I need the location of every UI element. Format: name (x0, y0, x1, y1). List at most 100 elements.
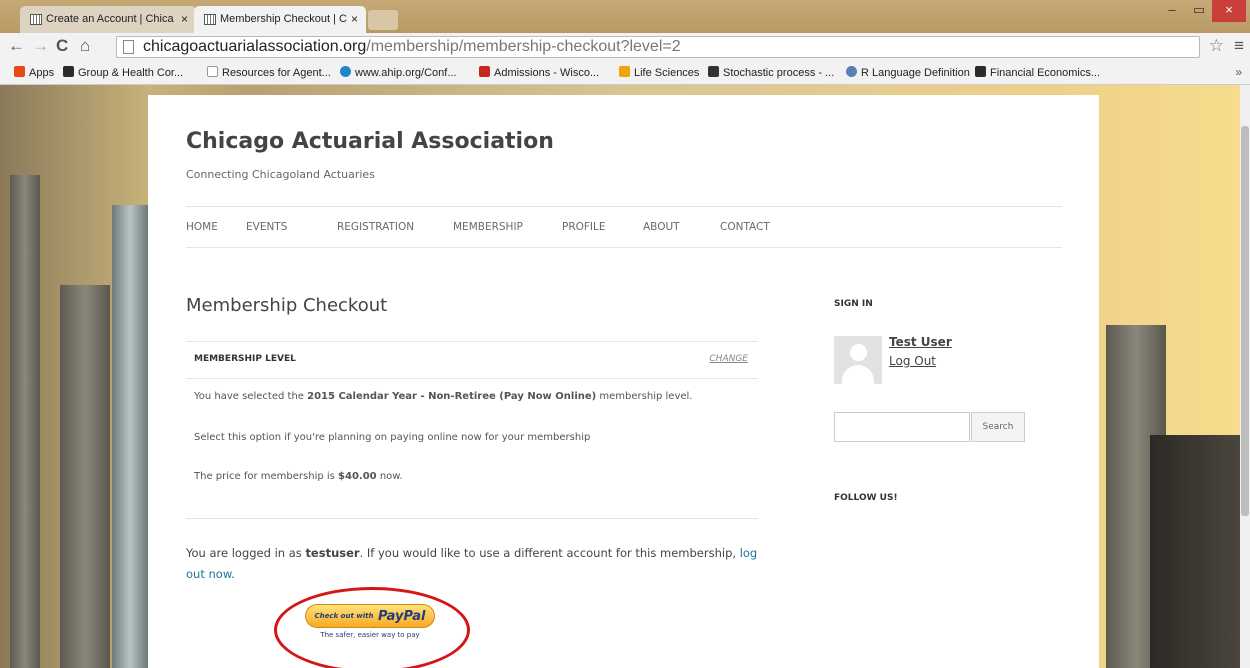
apps-grid-icon (14, 66, 25, 77)
bookmark-label: www.ahip.org/Conf... (355, 67, 457, 79)
building (1150, 435, 1240, 668)
wikipedia-icon (708, 66, 719, 77)
option-note-text: Select this option if you're planning on… (194, 432, 591, 443)
maximize-button[interactable]: ▭ (1186, 0, 1212, 22)
bookmark-favicon-icon (975, 66, 986, 77)
log-out-link[interactable]: Log Out (889, 354, 936, 368)
page-title: Membership Checkout (186, 295, 388, 316)
bookmarks-overflow-icon[interactable]: » (1235, 65, 1242, 79)
url-input[interactable]: chicagoactuarialassociation.org/membersh… (116, 36, 1200, 58)
bookmark-ahip[interactable]: www.ahip.org/Conf... (340, 66, 457, 79)
selected-level-name: 2015 Calendar Year - Non-Retiree (Pay No… (307, 391, 597, 402)
page-icon (123, 40, 134, 54)
divider (186, 247, 1062, 248)
text-segment: The price for membership is (194, 471, 339, 482)
browser-chrome: Create an Account | Chica × Membership C… (0, 0, 1250, 85)
bookmark-label: Group & Health Cor... (78, 67, 184, 79)
text-segment: . If you would like to use a different a… (359, 546, 740, 560)
site-tagline: Connecting Chicagoland Actuaries (186, 168, 375, 181)
tab-membership-checkout[interactable]: Membership Checkout | C × (194, 6, 366, 33)
url-text: chicagoactuarialassociation.org/membersh… (143, 38, 681, 56)
minimize-button[interactable]: – (1158, 0, 1186, 22)
text-segment: You are logged in as (186, 546, 306, 560)
nav-contact[interactable]: CONTACT (720, 221, 770, 233)
text-segment: You have selected the (194, 391, 308, 402)
tab-title: Membership Checkout | C (220, 13, 347, 25)
bookmarks-bar: Apps Group & Health Cor... Resources for… (0, 60, 1250, 85)
bookmark-group-health[interactable]: Group & Health Cor... (63, 66, 183, 79)
tab-strip: Create an Account | Chica × Membership C… (0, 0, 1250, 33)
browser-menu-icon[interactable]: ≡ (1234, 36, 1244, 56)
text-segment: membership level. (596, 391, 693, 402)
avatar[interactable] (834, 336, 882, 384)
reload-icon[interactable]: C (56, 36, 68, 56)
avatar-body (842, 365, 874, 384)
site-content-card: Chicago Actuarial Association Connecting… (148, 95, 1099, 668)
bookmark-label: Stochastic process - ... (723, 67, 835, 79)
tab-title: Create an Account | Chica (46, 13, 174, 25)
close-window-button[interactable]: × (1212, 0, 1246, 22)
address-bar-row: ← → C ⌂ chicagoactuarialassociation.org/… (0, 33, 1250, 60)
home-icon[interactable]: ⌂ (80, 36, 90, 56)
tab-close-icon[interactable]: × (351, 12, 358, 26)
bookmark-r-language[interactable]: R Language Definition (846, 66, 970, 79)
nav-events[interactable]: EVENTS (246, 221, 287, 233)
nav-membership[interactable]: MEMBERSHIP (453, 221, 523, 233)
search-button[interactable]: Search (971, 412, 1025, 442)
nav-about[interactable]: ABOUT (643, 221, 680, 233)
bookmark-label: Resources for Agent... (222, 67, 331, 79)
bookmark-favicon-icon (63, 66, 74, 77)
r-logo-icon (846, 66, 857, 77)
bookmark-stochastic[interactable]: Stochastic process - ... (708, 66, 834, 79)
bookmark-favicon-icon (340, 66, 351, 77)
bookmark-financial-economics[interactable]: Financial Economics... (975, 66, 1100, 79)
page-favicon-icon (30, 14, 42, 25)
url-host: chicagoactuarialassociation.org (143, 38, 367, 55)
membership-level-header: MEMBERSHIP LEVEL CHANGE (186, 341, 758, 379)
nav-profile[interactable]: PROFILE (562, 221, 606, 233)
bookmark-favicon-icon (479, 66, 490, 77)
follow-us-heading: FOLLOW US! (834, 493, 898, 503)
membership-level-table: MEMBERSHIP LEVEL CHANGE You have selecte… (186, 341, 758, 518)
building (60, 285, 110, 668)
bookmark-apps[interactable]: Apps (14, 66, 54, 79)
bookmark-resources-agents[interactable]: Resources for Agent... (207, 66, 331, 79)
site-title[interactable]: Chicago Actuarial Association (186, 129, 554, 154)
url-path: /membership/membership-checkout?level=2 (366, 38, 681, 55)
bookmark-star-icon[interactable]: ☆ (1209, 36, 1224, 56)
search-input[interactable] (834, 412, 970, 442)
scrollbar-thumb[interactable] (1241, 126, 1249, 516)
nav-home[interactable]: HOME (186, 221, 218, 233)
bookmark-label: R Language Definition (861, 67, 970, 79)
price-text: The price for membership is $40.00 now. (194, 471, 403, 482)
bookmark-label: Life Sciences (634, 67, 700, 79)
page-favicon-icon (204, 14, 216, 25)
selected-level-text: You have selected the 2015 Calendar Year… (194, 391, 692, 402)
new-tab-button[interactable] (368, 10, 398, 30)
tab-close-icon[interactable]: × (181, 12, 188, 26)
divider (186, 206, 1062, 207)
logged-in-message: You are logged in as testuser. If you wo… (186, 543, 766, 585)
building (10, 175, 40, 668)
logged-in-username: testuser (305, 546, 360, 560)
bookmark-life-sciences[interactable]: Life Sciences (619, 66, 699, 79)
avatar-head (850, 344, 867, 361)
page-icon (207, 66, 218, 77)
bookmark-label: Apps (29, 67, 55, 79)
bookmark-label: Financial Economics... (990, 67, 1101, 79)
change-level-link[interactable]: CHANGE (709, 354, 748, 364)
forward-icon[interactable]: → (32, 36, 49, 56)
membership-level-heading: MEMBERSHIP LEVEL (194, 354, 296, 364)
building (112, 205, 148, 668)
text-segment: . (231, 567, 235, 581)
divider (186, 518, 758, 519)
red-highlight-circle (274, 587, 470, 668)
bookmark-label: Admissions - Wisco... (494, 67, 600, 79)
bookmark-admissions[interactable]: Admissions - Wisco... (479, 66, 599, 79)
tab-create-account[interactable]: Create an Account | Chica × (20, 6, 196, 33)
back-icon[interactable]: ← (8, 36, 25, 56)
user-name-link[interactable]: Test User (889, 335, 952, 349)
nav-registration[interactable]: REGISTRATION (337, 221, 414, 233)
text-segment: now. (376, 471, 403, 482)
bookmark-favicon-icon (619, 66, 630, 77)
